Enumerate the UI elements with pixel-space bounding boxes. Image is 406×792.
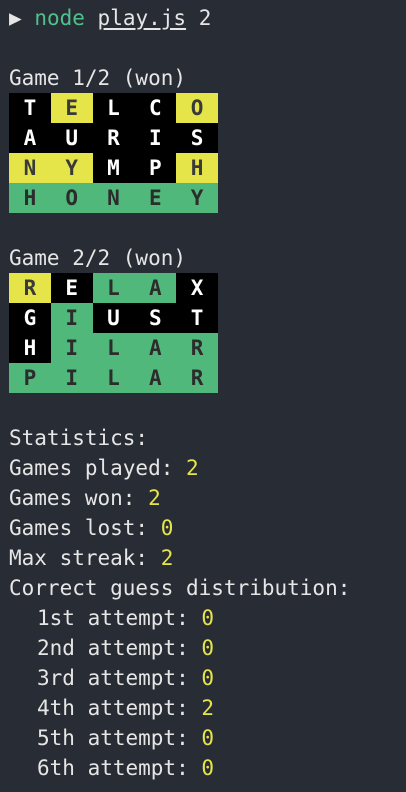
stat-value: 2 <box>148 486 161 510</box>
distribution-label: 2nd attempt: <box>37 636 202 660</box>
letter-tile-absent: M <box>92 153 135 183</box>
letter-tile-absent: L <box>92 93 135 123</box>
letter-tile-correct: E <box>134 183 177 213</box>
letter-tile-correct: L <box>92 363 135 393</box>
guess-row: NYMPH <box>9 153 406 183</box>
distribution-heading: Correct guess distribution: <box>9 576 351 600</box>
letter-tile-correct: H <box>9 183 51 213</box>
command-name: node <box>34 6 85 30</box>
stats-heading: Statistics: <box>9 426 149 450</box>
letter-tile-present: R <box>9 273 51 303</box>
stat-max-streak: Max streak: 2 <box>9 543 406 573</box>
letter-tile-present: Y <box>50 153 93 183</box>
command-file: play.js <box>97 6 187 30</box>
letter-tile-correct: I <box>50 363 93 393</box>
letter-tile-correct: A <box>134 333 177 363</box>
guess-row: AURIS <box>9 123 406 153</box>
command-line: ▶ node play.js 2 <box>9 3 406 33</box>
letter-tile-correct: N <box>92 183 135 213</box>
stat-games-won: Games won: 2 <box>9 483 406 513</box>
guess-row: HONEY <box>9 183 406 213</box>
letter-tile-absent: E <box>50 273 93 303</box>
letter-tile-absent: T <box>176 303 218 333</box>
distribution-row: 2nd attempt: 0 <box>9 633 406 663</box>
distribution-row: 1st attempt: 0 <box>9 603 406 633</box>
distribution-row: 4th attempt: 2 <box>9 693 406 723</box>
letter-tile-absent: A <box>9 123 51 153</box>
distribution-value: 0 <box>201 666 215 690</box>
letter-tile-absent: H <box>9 333 51 363</box>
stat-value: 0 <box>160 516 174 540</box>
stat-games-played: Games played: 2 <box>9 453 406 483</box>
letter-tile-absent: T <box>9 93 51 123</box>
letter-tile-present: N <box>9 153 51 183</box>
letter-tile-absent: U <box>92 303 135 333</box>
letter-tile-absent: P <box>134 153 177 183</box>
distribution-row: 5th attempt: 0 <box>9 723 406 753</box>
letter-tile-correct: R <box>176 333 218 363</box>
stat-label: Games played: <box>9 456 187 480</box>
distribution-label: 3rd attempt: <box>37 666 202 690</box>
distribution-value: 0 <box>201 606 215 630</box>
distribution-label: 4th attempt: <box>37 696 202 720</box>
letter-tile-correct: I <box>50 333 93 363</box>
letter-tile-correct: I <box>50 303 93 333</box>
letter-tile-present: H <box>176 153 218 183</box>
game-board: TELCOAURISNYMPHHONEY <box>9 93 406 213</box>
letter-tile-absent: X <box>176 273 218 303</box>
stat-label: Games won: <box>9 486 149 510</box>
letter-tile-absent: G <box>9 303 51 333</box>
letter-tile-absent: R <box>92 123 135 153</box>
guess-row: HILAR <box>9 333 406 363</box>
distribution-label: 6th attempt: <box>37 756 202 780</box>
guess-row: GIUST <box>9 303 406 333</box>
distribution-row: 6th attempt: 0 <box>9 753 406 783</box>
terminal-output: ▶ node play.js 2 Game 1/2 (won) TELCOAUR… <box>9 3 406 783</box>
distribution-value: 0 <box>201 636 215 660</box>
letter-tile-correct: Y <box>176 183 218 213</box>
letter-tile-absent: S <box>134 303 177 333</box>
distribution-value: 0 <box>201 726 215 750</box>
letter-tile-correct: L <box>92 273 135 303</box>
distribution-label: 5th attempt: <box>37 726 202 750</box>
stat-label: Max streak: <box>9 546 161 570</box>
stat-label: Games lost: <box>9 516 161 540</box>
letter-tile-correct: O <box>50 183 93 213</box>
command-arg: 2 <box>198 6 212 30</box>
distribution-label: 1st attempt: <box>37 606 202 630</box>
letter-tile-correct: A <box>134 273 177 303</box>
distribution-value: 2 <box>201 696 215 720</box>
letter-tile-absent: C <box>134 93 177 123</box>
letter-tile-absent: S <box>176 123 218 153</box>
guess-row: TELCO <box>9 93 406 123</box>
guess-row: RELAX <box>9 273 406 303</box>
letter-tile-absent: U <box>50 123 93 153</box>
letter-tile-absent: I <box>134 123 177 153</box>
game-board: RELAXGIUSTHILARPILAR <box>9 273 406 393</box>
stat-value: 2 <box>186 456 199 480</box>
game-title: Game 1/2 (won) <box>9 66 187 90</box>
game-title: Game 2/2 (won) <box>9 246 187 270</box>
letter-tile-correct: P <box>9 363 51 393</box>
stat-games-lost: Games lost: 0 <box>9 513 406 543</box>
guess-row: PILAR <box>9 363 406 393</box>
letter-tile-correct: L <box>92 333 135 363</box>
distribution-value: 0 <box>201 756 215 780</box>
letter-tile-correct: A <box>134 363 177 393</box>
stat-value: 2 <box>160 546 174 570</box>
letter-tile-present: O <box>176 93 218 123</box>
distribution-row: 3rd attempt: 0 <box>9 663 406 693</box>
letter-tile-correct: R <box>176 363 218 393</box>
letter-tile-present: E <box>50 93 93 123</box>
prompt-arrow-icon: ▶ <box>9 6 22 30</box>
